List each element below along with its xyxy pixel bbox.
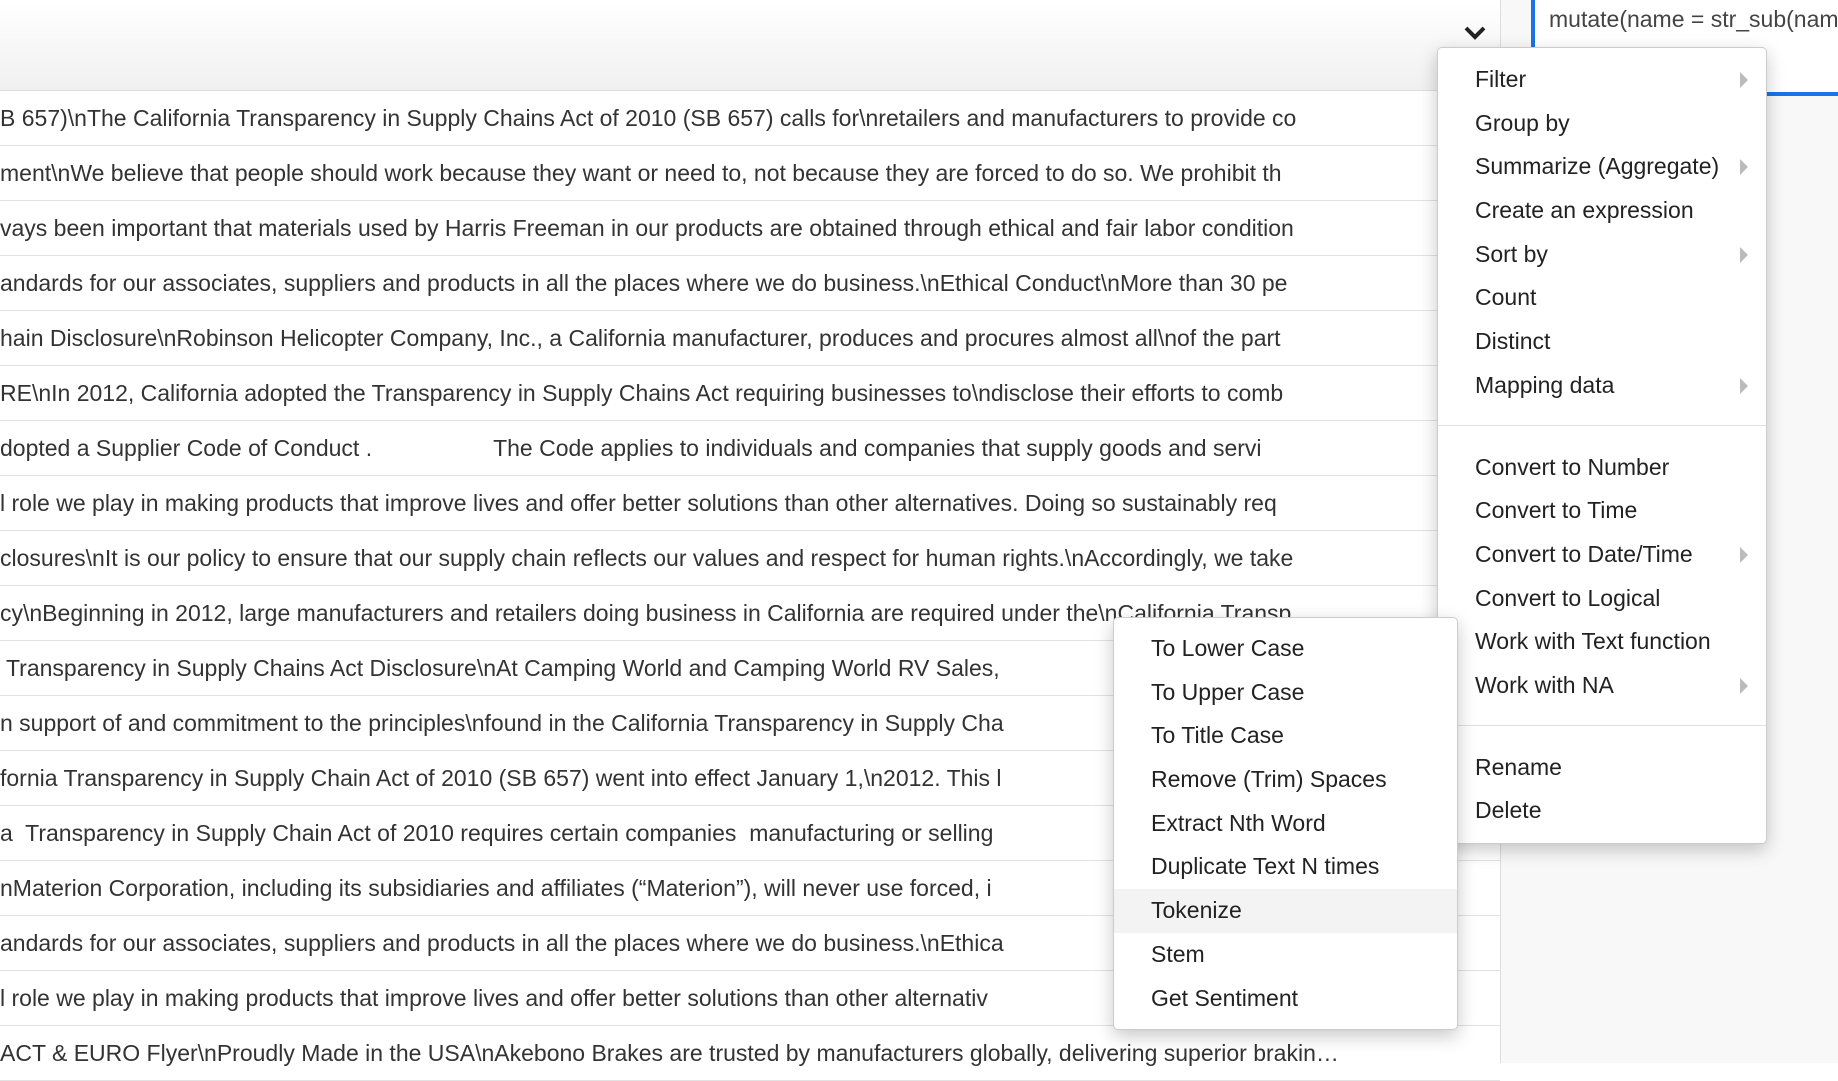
table-row[interactable]: closures\nIt is our policy to ensure tha… — [0, 531, 1500, 586]
menu-item-convert-to-date-time[interactable]: Convert to Date/Time — [1438, 533, 1766, 577]
table-row[interactable]: dopted a Supplier Code of Conduct . The … — [0, 421, 1500, 476]
submenu-arrow-icon — [1740, 72, 1748, 88]
menu-item-label: Convert to Number — [1475, 453, 1670, 480]
submenu-item-remove-trim-spaces[interactable]: Remove (Trim) Spaces — [1114, 758, 1457, 802]
cell-text: B 657)\nThe California Transparency in S… — [0, 105, 1297, 131]
menu-item-convert-to-logical[interactable]: Convert to Logical — [1438, 577, 1766, 621]
editor-line: mutate(name = str_sub(name, — [1549, 6, 1838, 32]
column-context-menu: Filter Group by Summarize (Aggregate) Creat… — [1437, 47, 1767, 844]
menu-item-label: Work with Text function — [1475, 628, 1711, 655]
cell-text: l role we play in making products that i… — [0, 490, 1277, 516]
menu-item-label: Work with NA — [1475, 671, 1614, 698]
cell-text: RE\nIn 2012, California adopted the Tran… — [0, 380, 1284, 406]
table-row[interactable]: andards for our associates, suppliers an… — [0, 256, 1500, 311]
cell-text: hain Disclosure\nRobinson Helicopter Com… — [0, 325, 1281, 351]
cell-text: andards for our associates, suppliers an… — [0, 270, 1288, 296]
column-header — [0, 0, 1500, 91]
table-row[interactable]: vays been important that materials used … — [0, 201, 1500, 256]
menu-item-mapping-data[interactable]: Mapping data — [1438, 364, 1766, 408]
text-function-submenu: To Lower Case To Upper Case To Title Case R… — [1113, 617, 1458, 1031]
submenu-item-get-sentiment[interactable]: Get Sentiment — [1114, 977, 1457, 1021]
menu-item-label: Count — [1475, 284, 1537, 311]
submenu-arrow-icon — [1740, 546, 1748, 563]
chevron-down-icon[interactable] — [1462, 20, 1488, 46]
menu-item-label: Convert to Time — [1475, 497, 1638, 524]
menu-item-rename[interactable]: Rename — [1438, 746, 1766, 790]
menu-item-label: Distinct — [1475, 328, 1551, 355]
menu-item-label: Convert to Logical — [1475, 584, 1661, 611]
cell-text: vays been important that materials used … — [0, 215, 1294, 241]
table-row[interactable]: B 657)\nThe California Transparency in S… — [0, 91, 1500, 146]
submenu-arrow-icon — [1740, 159, 1748, 176]
table-row[interactable]: l role we play in making products that i… — [0, 476, 1500, 531]
submenu-item-stem[interactable]: Stem — [1114, 933, 1457, 977]
submenu-arrow-icon — [1740, 677, 1748, 694]
menu-item-convert-to-time[interactable]: Convert to Time — [1438, 489, 1766, 533]
submenu-item-to-title-case[interactable]: To Title Case — [1114, 714, 1457, 758]
menu-item-work-with-na[interactable]: Work with NA — [1438, 664, 1766, 708]
submenu-item-to-upper-case[interactable]: To Upper Case — [1114, 671, 1457, 715]
menu-item-label: Rename — [1475, 753, 1562, 780]
menu-divider — [1438, 424, 1766, 426]
menu-item-label: Group by — [1475, 109, 1570, 136]
menu-item-label: Summarize (Aggregate) — [1475, 153, 1720, 180]
menu-item-count[interactable]: Count — [1438, 276, 1766, 320]
submenu-arrow-icon — [1740, 246, 1748, 263]
table-row[interactable]: ment\nWe believe that people should work… — [0, 146, 1500, 201]
menu-item-distinct[interactable]: Distinct — [1438, 320, 1766, 364]
cell-text: ment\nWe believe that people should work… — [0, 160, 1282, 186]
menu-item-label: Sort by — [1475, 240, 1548, 267]
menu-divider — [1438, 724, 1766, 726]
menu-item-label: Convert to Date/Time — [1475, 540, 1693, 567]
cell-text: closures\nIt is our policy to ensure tha… — [0, 545, 1294, 571]
submenu-item-duplicate-text-n-times[interactable]: Duplicate Text N times — [1114, 845, 1457, 889]
table-row[interactable]: ACT & EURO Flyer\nProudly Made in the US… — [0, 1026, 1500, 1081]
menu-item-work-with-text-function[interactable]: Work with Text function — [1438, 620, 1766, 664]
menu-item-label: Mapping data — [1475, 371, 1615, 398]
cell-text: ACT & EURO Flyer\nProudly Made in the US… — [0, 1040, 1339, 1066]
table-row[interactable]: RE\nIn 2012, California adopted the Tran… — [0, 366, 1500, 421]
menu-item-delete[interactable]: Delete — [1438, 789, 1766, 833]
menu-item-group-by[interactable]: Group by — [1438, 102, 1766, 146]
menu-item-sort-by[interactable]: Sort by — [1438, 233, 1766, 277]
menu-item-label: Delete — [1475, 797, 1542, 824]
menu-item-label: Create an expression — [1475, 197, 1694, 224]
menu-item-create-an-expression[interactable]: Create an expression — [1438, 189, 1766, 233]
menu-item-convert-to-number[interactable]: Convert to Number — [1438, 446, 1766, 490]
table-row[interactable]: hain Disclosure\nRobinson Helicopter Com… — [0, 311, 1500, 366]
submenu-item-tokenize[interactable]: Tokenize — [1114, 889, 1457, 933]
menu-item-summarize-aggregate[interactable]: Summarize (Aggregate) — [1438, 145, 1766, 189]
submenu-arrow-icon — [1740, 377, 1748, 394]
submenu-item-to-lower-case[interactable]: To Lower Case — [1114, 627, 1457, 671]
cell-text: dopted a Supplier Code of Conduct . The … — [0, 435, 1262, 461]
submenu-item-extract-nth-word[interactable]: Extract Nth Word — [1114, 802, 1457, 846]
menu-item-label: Filter — [1475, 66, 1527, 92]
menu-item-filter[interactable]: Filter — [1438, 58, 1766, 102]
